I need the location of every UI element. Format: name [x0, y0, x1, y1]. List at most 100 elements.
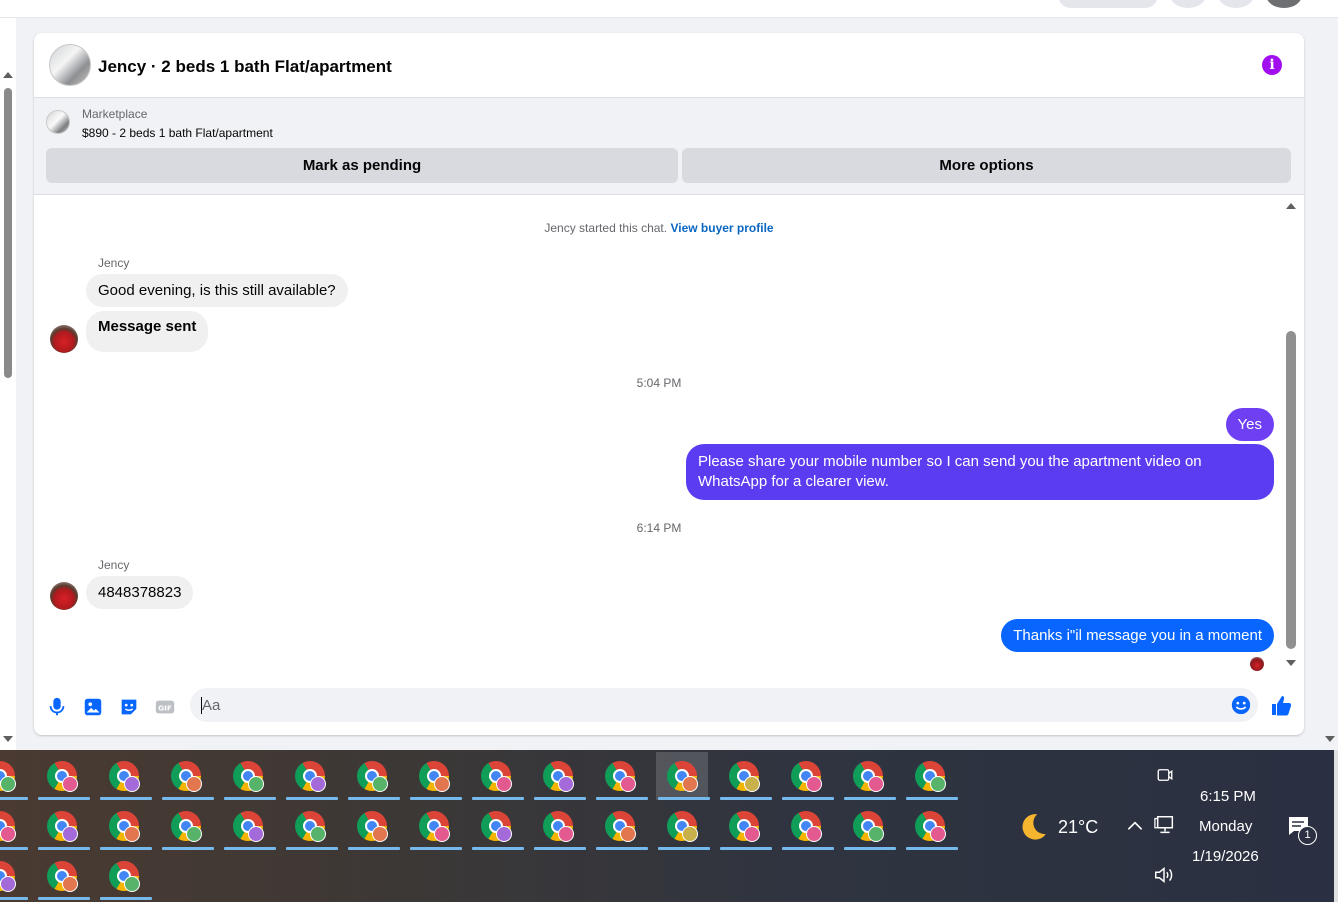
chrome-taskbar-button[interactable]	[904, 752, 958, 800]
chrome-taskbar-button[interactable]	[532, 802, 586, 850]
message-list: Jency started this chat. View buyer prof…	[34, 195, 1304, 685]
chrome-taskbar-button[interactable]	[594, 802, 648, 850]
open-window-indicator	[162, 847, 214, 850]
emoji-icon[interactable]	[1230, 694, 1252, 716]
microphone-icon[interactable]	[46, 696, 68, 718]
open-window-indicator	[534, 847, 586, 850]
profile-badge-icon	[248, 776, 264, 792]
chat-title[interactable]: Jency · 2 beds 1 bath Flat/apartment	[98, 57, 392, 77]
chrome-taskbar-button[interactable]	[656, 802, 710, 850]
chrome-taskbar-button[interactable]	[36, 752, 90, 800]
chat-scrollbar-thumb[interactable]	[1286, 331, 1296, 649]
outgoing-message[interactable]: Thanks i"il message you in a moment	[1001, 619, 1274, 652]
sender-name: Jency	[98, 558, 130, 572]
chrome-taskbar-button[interactable]	[408, 752, 462, 800]
chrome-taskbar-button[interactable]	[594, 752, 648, 800]
volume-icon[interactable]	[1153, 864, 1175, 886]
chrome-taskbar-button[interactable]	[346, 752, 400, 800]
chrome-taskbar-button[interactable]	[718, 752, 772, 800]
clock-time[interactable]: 6:15 PM	[1200, 788, 1256, 805]
clock-date[interactable]: 1/19/2026	[1192, 848, 1259, 865]
chrome-taskbar-button[interactable]	[656, 752, 710, 800]
chrome-taskbar-button[interactable]	[842, 802, 896, 850]
incoming-message[interactable]: 4848378823	[86, 576, 194, 609]
profile-avatar[interactable]	[1266, 0, 1302, 8]
chrome-taskbar-button[interactable]	[160, 752, 214, 800]
chrome-taskbar-button[interactable]	[222, 802, 276, 850]
outgoing-message[interactable]: Yes	[1225, 408, 1274, 441]
photo-icon[interactable]	[82, 696, 104, 718]
open-window-indicator	[0, 897, 28, 900]
profile-badge-icon	[682, 826, 698, 842]
chrome-taskbar-button[interactable]	[98, 852, 152, 900]
chrome-taskbar-button[interactable]	[222, 752, 276, 800]
chrome-taskbar-button[interactable]	[0, 852, 28, 900]
scrollbar-thumb[interactable]	[4, 88, 12, 378]
chrome-taskbar-button[interactable]	[532, 752, 586, 800]
open-window-indicator	[100, 897, 152, 900]
profile-badge-icon	[806, 826, 822, 842]
gif-icon[interactable]: GIF	[154, 696, 176, 718]
chrome-taskbar-button[interactable]	[284, 752, 338, 800]
header-icon-button[interactable]	[1170, 0, 1206, 8]
listing-price[interactable]: $890 - 2 beds 1 bath Flat/apartment	[82, 126, 273, 140]
header-icon-button[interactable]	[1218, 0, 1254, 8]
moon-weather-icon[interactable]	[1016, 810, 1050, 844]
chrome-taskbar-button[interactable]	[98, 752, 152, 800]
message-input[interactable]: Aa	[190, 688, 1258, 722]
chrome-taskbar-button[interactable]	[0, 802, 28, 850]
scroll-down-arrow[interactable]	[3, 736, 13, 742]
incoming-message[interactable]: Message sent	[86, 311, 209, 352]
listing-avatar[interactable]	[49, 44, 91, 86]
chrome-taskbar-button[interactable]	[904, 802, 958, 850]
chat-scroll-up-arrow[interactable]	[1286, 203, 1296, 209]
page-scrollbar[interactable]	[0, 18, 16, 750]
scroll-up-arrow[interactable]	[3, 72, 13, 78]
show-desktop-strip[interactable]	[1334, 750, 1338, 902]
chrome-taskbar-button[interactable]	[470, 752, 524, 800]
incoming-message[interactable]: Good evening, is this still available?	[86, 274, 348, 307]
jency-avatar[interactable]	[50, 582, 78, 610]
chrome-taskbar-button[interactable]	[160, 802, 214, 850]
chrome-taskbar-button[interactable]	[0, 752, 28, 800]
info-icon[interactable]: i	[1262, 55, 1282, 75]
open-window-indicator	[658, 797, 710, 800]
profile-badge-icon	[806, 776, 822, 792]
open-window-indicator	[596, 797, 648, 800]
profile-badge-icon	[62, 776, 78, 792]
weather-temperature[interactable]: 21°C	[1058, 817, 1098, 838]
outgoing-message[interactable]: Please share your mobile number so I can…	[686, 444, 1274, 500]
clock-day[interactable]: Monday	[1199, 818, 1252, 835]
chrome-taskbar-button[interactable]	[284, 802, 338, 850]
chrome-taskbar-button[interactable]	[98, 802, 152, 850]
network-icon[interactable]	[1153, 814, 1177, 836]
chrome-taskbar-button[interactable]	[780, 752, 834, 800]
jency-avatar[interactable]	[50, 325, 78, 353]
view-buyer-profile-link[interactable]: View buyer profile	[670, 221, 773, 235]
scroll-down-arrow[interactable]	[1325, 736, 1335, 742]
chevron-up-icon[interactable]	[1125, 816, 1145, 836]
chrome-taskbar-button[interactable]	[36, 852, 90, 900]
more-options-button[interactable]: More options	[682, 148, 1291, 183]
chat-scroll-down-arrow[interactable]	[1286, 660, 1296, 666]
profile-badge-icon	[682, 776, 698, 792]
chrome-taskbar-button[interactable]	[718, 802, 772, 850]
profile-badge-icon	[372, 826, 388, 842]
profile-badge-icon	[124, 776, 140, 792]
chrome-taskbar-button[interactable]	[780, 802, 834, 850]
chrome-taskbar-button[interactable]	[842, 752, 896, 800]
camera-icon[interactable]	[1156, 766, 1174, 784]
chat-started-text: Jency started this chat.	[544, 221, 668, 235]
profile-badge-icon	[620, 826, 636, 842]
thumbs-up-icon[interactable]	[1270, 694, 1294, 718]
open-window-indicator	[38, 897, 90, 900]
sticker-icon[interactable]	[118, 696, 140, 718]
listing-thumbnail[interactable]	[46, 110, 70, 134]
chrome-taskbar-button[interactable]	[408, 802, 462, 850]
chrome-taskbar-button[interactable]	[346, 802, 400, 850]
chrome-taskbar-button[interactable]	[470, 802, 524, 850]
chrome-taskbar-button[interactable]	[36, 802, 90, 850]
header-button[interactable]	[1058, 0, 1158, 8]
svg-text:GIF: GIF	[158, 704, 172, 713]
mark-as-pending-button[interactable]: Mark as pending	[46, 148, 678, 183]
